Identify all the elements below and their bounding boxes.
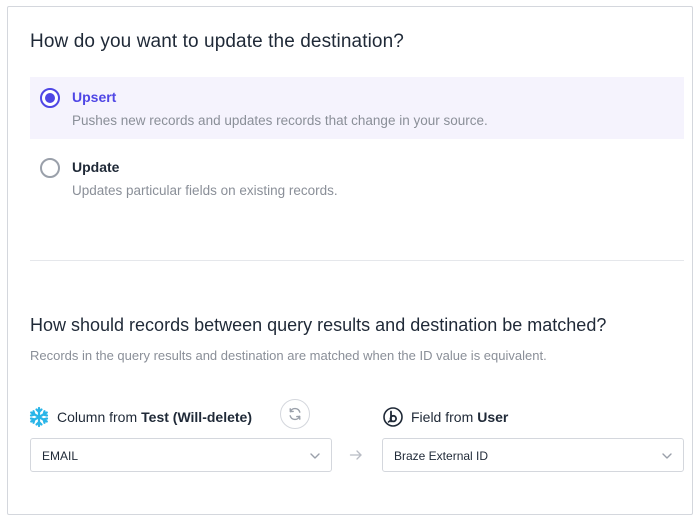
update-title: Update (72, 159, 120, 175)
section-divider (30, 260, 684, 261)
source-label-prefix: Column from (57, 409, 138, 425)
option-update[interactable]: Update Updates particular fields on exis… (30, 147, 684, 209)
refresh-columns-button[interactable] (280, 399, 310, 429)
option-upsert[interactable]: Upsert Pushes new records and updates re… (30, 77, 684, 139)
update-mode-heading: How do you want to update the destinatio… (30, 31, 404, 52)
update-description: Updates particular fields on existing re… (72, 183, 338, 198)
upsert-description: Pushes new records and updates records t… (72, 113, 488, 128)
sync-config-panel: How do you want to update the destinatio… (7, 6, 693, 515)
destination-field-label: Field from User (382, 405, 508, 429)
update-radio[interactable] (40, 158, 60, 178)
upsert-radio[interactable] (40, 88, 60, 108)
destination-field-select[interactable]: Braze External ID (382, 438, 684, 472)
matching-heading: How should records between query results… (30, 315, 607, 335)
destination-object-name: User (477, 409, 509, 425)
arrow-right-icon (349, 450, 362, 460)
chevron-down-icon (662, 453, 672, 459)
destination-label-prefix: Field from (411, 409, 474, 425)
braze-logo-icon (382, 406, 404, 428)
chevron-down-icon (310, 453, 320, 459)
source-model-name: Test (Will-delete) (141, 409, 252, 425)
refresh-icon (287, 406, 303, 422)
source-column-label: Column from Test (Will-delete) (28, 405, 252, 429)
source-column-value: EMAIL (42, 449, 79, 463)
destination-field-value: Braze External ID (394, 449, 489, 463)
matching-subheading: Records in the query results and destina… (30, 348, 547, 363)
snowflake-icon (28, 406, 50, 428)
upsert-title: Upsert (72, 89, 117, 105)
source-column-select[interactable]: EMAIL (30, 438, 332, 472)
